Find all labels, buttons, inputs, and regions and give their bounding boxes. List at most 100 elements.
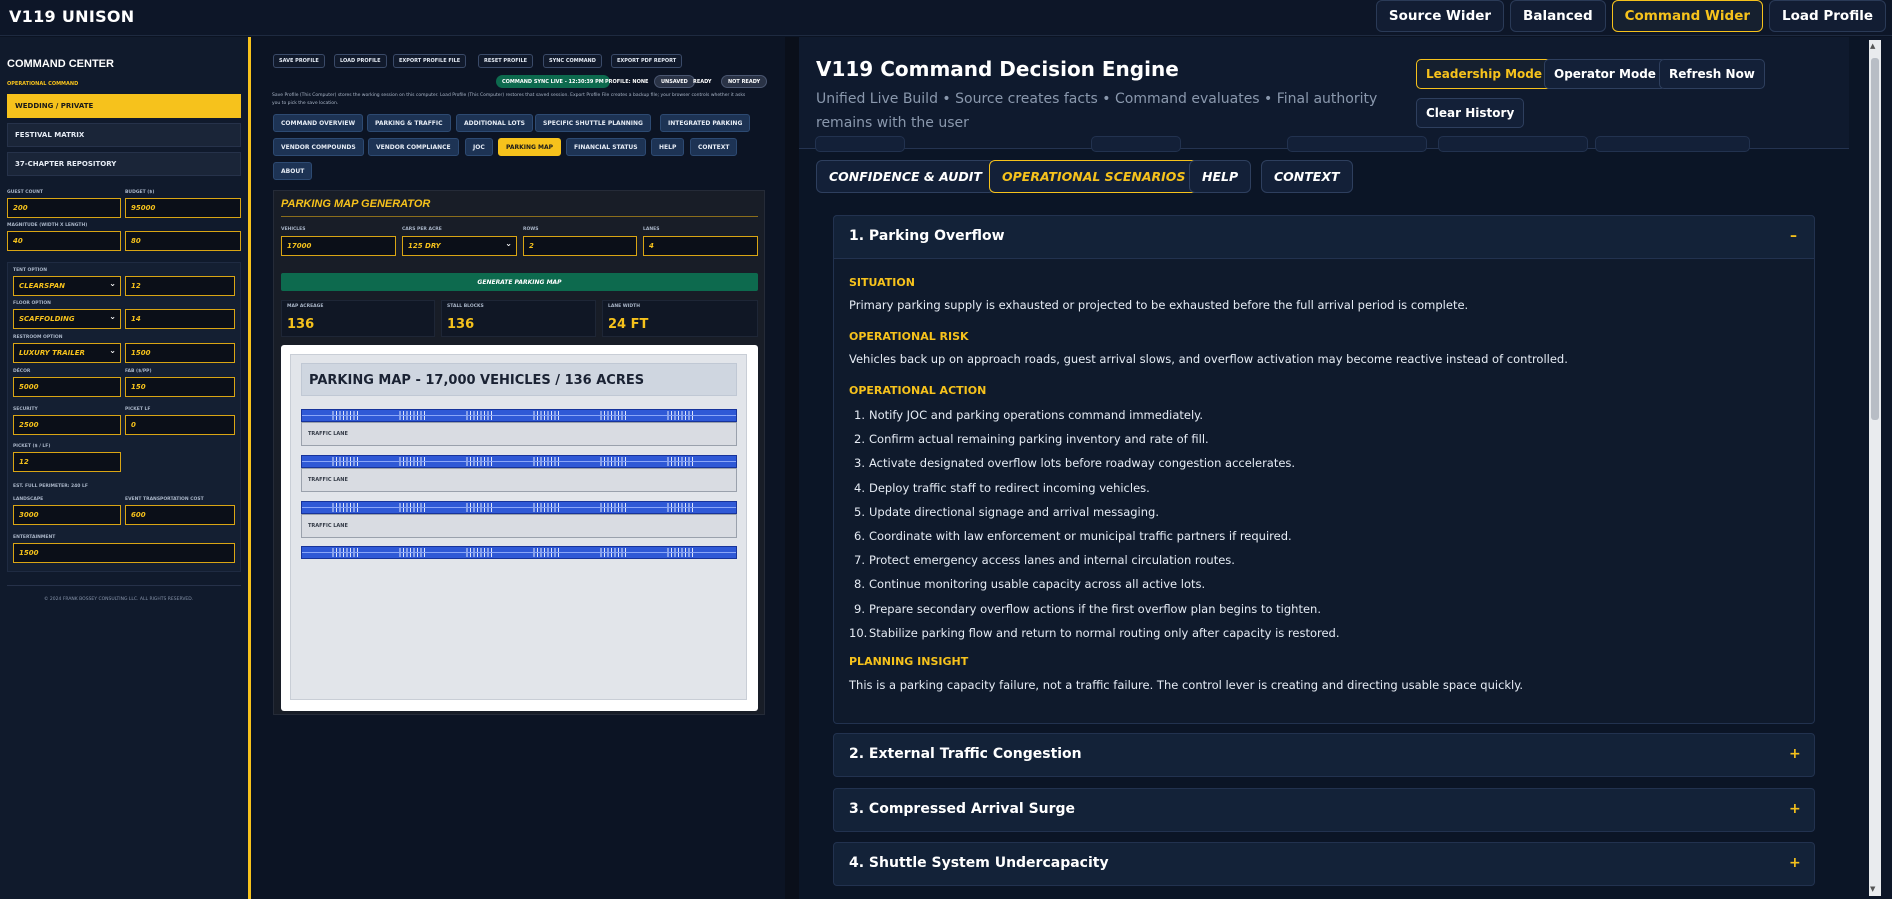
parking-map-heading: PARKING MAP - 17,000 VEHICLES / 136 ACRE… xyxy=(309,373,645,388)
stall-row xyxy=(301,455,737,468)
picket-rate-input[interactable]: 12 xyxy=(13,452,121,472)
hidden-tab xyxy=(1595,136,1750,152)
decor-input[interactable]: 5000 xyxy=(13,377,121,397)
action-item: 7. Protect emergency access lanes and int… xyxy=(849,553,1235,567)
guest-count-input[interactable]: 200 xyxy=(7,198,121,218)
copyright: © 2024 FRANK BOSSEY CONSULTING LLC. ALL … xyxy=(44,597,194,602)
scroll-thumb[interactable] xyxy=(1871,58,1879,420)
tab-about[interactable]: ABOUT xyxy=(273,162,313,180)
action-number: 6. xyxy=(854,529,865,543)
save-profile-button[interactable]: SAVE PROFILE xyxy=(273,54,325,68)
security-input[interactable]: 2500 xyxy=(13,415,121,435)
tent-option-select[interactable]: CLEARSPAN xyxy=(13,276,121,296)
tab-shuttle-planning[interactable]: SPECIFIC SHUTTLE PLANNING xyxy=(535,114,651,132)
action-text: Update directional signage and arrival m… xyxy=(869,504,1159,519)
tab-additional-lots[interactable]: ADDITIONAL LOTS xyxy=(456,114,533,132)
export-profile-button[interactable]: EXPORT PROFILE FILE xyxy=(393,54,467,68)
landscape-input[interactable]: 3000 xyxy=(13,505,121,525)
sidebar-title: COMMAND CENTER xyxy=(7,58,114,70)
scenario-title[interactable]: 4. Shuttle System Undercapacity xyxy=(849,855,1109,871)
action-text: Protect emergency access lanes and inter… xyxy=(869,553,1235,568)
ready-status: READY xyxy=(693,78,712,85)
traffic-lane-label: TRAFFIC LANE xyxy=(308,477,348,483)
floor-qty-input[interactable]: 14 xyxy=(125,309,235,329)
load-profile-button[interactable]: Load Profile xyxy=(1769,0,1886,32)
nav-festival-matrix[interactable]: FESTIVAL MATRIX xyxy=(7,123,241,147)
tab-operational-scenarios[interactable]: OPERATIONAL SCENARIOS xyxy=(989,160,1199,193)
traffic-lane-label: TRAFFIC LANE xyxy=(308,523,348,529)
scroll-up-icon[interactable]: ▲ xyxy=(1870,42,1875,50)
magnitude-width-input[interactable]: 40 xyxy=(7,231,121,251)
perimeter-estimate: EST. FULL PERIMETER: 240 LF xyxy=(13,484,88,489)
tab-vendor-compounds[interactable]: VENDOR COMPOUNDS xyxy=(273,138,364,156)
fab-input[interactable]: 150 xyxy=(125,377,235,397)
insight-text: This is a parking capacity failure, not … xyxy=(849,678,1524,692)
floor-option-select[interactable]: SCAFFOLDING xyxy=(13,309,121,329)
expand-icon[interactable]: + xyxy=(1789,855,1801,871)
leadership-mode-button[interactable]: Leadership Mode xyxy=(1416,59,1553,89)
collapse-icon[interactable]: – xyxy=(1790,228,1797,244)
action-text: Continue monitoring usable capacity acro… xyxy=(869,577,1206,592)
budget-input[interactable]: 95000 xyxy=(125,198,241,218)
tab-engine-context[interactable]: CONTEXT xyxy=(1261,160,1353,193)
operator-mode-button[interactable]: Operator Mode xyxy=(1544,59,1666,89)
expand-icon[interactable]: + xyxy=(1789,801,1801,817)
command-wider-button[interactable]: Command Wider xyxy=(1611,0,1764,32)
tab-financial-status[interactable]: FINANCIAL STATUS xyxy=(566,138,646,156)
lanes-input[interactable]: 4 xyxy=(643,236,758,256)
tab-joc[interactable]: JOC xyxy=(465,138,493,156)
reset-profile-button[interactable]: RESET PROFILE xyxy=(478,54,534,68)
traffic-lane-label: TRAFFIC LANE xyxy=(308,431,348,437)
refresh-now-button[interactable]: Refresh Now xyxy=(1659,59,1765,89)
scenario-title[interactable]: 2. External Traffic Congestion xyxy=(849,746,1082,762)
action-text: Prepare secondary overflow actions if th… xyxy=(869,601,1321,616)
scenario-title[interactable]: 1. Parking Overflow xyxy=(849,228,1005,244)
tab-context[interactable]: CONTEXT xyxy=(690,138,738,156)
restroom-qty-input[interactable]: 1500 xyxy=(125,343,235,363)
sync-status: COMMAND SYNC LIVE - 12:30:39 PM xyxy=(496,75,610,88)
clear-history-button[interactable]: Clear History xyxy=(1416,98,1525,128)
tab-parking-map[interactable]: PARKING MAP xyxy=(498,138,562,156)
stat-map-acreage: MAP ACREAGE 136 xyxy=(281,300,435,337)
vehicles-input[interactable]: 17000 xyxy=(281,236,396,256)
tab-vendor-compliance[interactable]: VENDOR COMPLIANCE xyxy=(368,138,459,156)
tent-qty-input[interactable]: 12 xyxy=(125,276,235,296)
action-number: 8. xyxy=(854,577,865,592)
fab-label: FAB ($/PP) xyxy=(125,369,152,374)
magnitude-length-input[interactable]: 80 xyxy=(125,231,241,251)
layout-buttons: Source Wider Balanced Command Wider Load… xyxy=(1375,0,1886,32)
transport-label: EVENT TRANSPORTATION COST xyxy=(125,497,204,502)
nav-wedding-private[interactable]: WEDDING / PRIVATE xyxy=(7,94,241,118)
source-wider-button[interactable]: Source Wider xyxy=(1375,0,1505,32)
picket-lf-input[interactable]: 0 xyxy=(125,415,235,435)
action-number: 1. xyxy=(854,408,865,422)
balanced-button[interactable]: Balanced xyxy=(1510,0,1606,32)
tab-engine-help[interactable]: HELP xyxy=(1189,160,1252,193)
tab-help[interactable]: HELP xyxy=(651,138,685,156)
transport-input[interactable]: 600 xyxy=(125,505,235,525)
action-item: 5. Update directional signage and arrival… xyxy=(849,505,1159,519)
cars-per-acre-select[interactable]: 125 DRY xyxy=(402,236,517,256)
tab-parking-traffic[interactable]: PARKING & TRAFFIC xyxy=(367,114,451,132)
rows-input[interactable]: 2 xyxy=(523,236,637,256)
scenario-title[interactable]: 3. Compressed Arrival Surge xyxy=(849,801,1075,817)
nav-37-chapter-repository[interactable]: 37-CHAPTER REPOSITORY xyxy=(7,152,241,176)
load-profile-chip[interactable]: LOAD PROFILE xyxy=(334,54,387,68)
tab-integrated-parking[interactable]: INTEGRATED PARKING xyxy=(660,114,751,132)
entertainment-input[interactable]: 1500 xyxy=(13,543,235,563)
expand-icon[interactable]: + xyxy=(1789,746,1801,762)
action-item: 2. Confirm actual remaining parking inven… xyxy=(849,432,1209,446)
tab-confidence-audit[interactable]: CONFIDENCE & AUDIT xyxy=(816,160,995,193)
vehicles-label: VEHICLES xyxy=(281,227,306,232)
export-pdf-button[interactable]: EXPORT PDF REPORT xyxy=(611,54,683,68)
restroom-option-select[interactable]: LUXURY TRAILER xyxy=(13,343,121,363)
action-item: 9. Prepare secondary overflow actions if … xyxy=(849,602,1321,616)
traffic-lane xyxy=(301,422,737,446)
action-text: Notify JOC and parking operations comman… xyxy=(869,408,1203,422)
action-number: 4. xyxy=(854,480,865,495)
action-number: 9. xyxy=(854,601,865,616)
tab-command-overview[interactable]: COMMAND OVERVIEW xyxy=(273,114,364,132)
generate-parking-map-button[interactable]: GENERATE PARKING MAP xyxy=(281,273,758,291)
sync-command-button[interactable]: SYNC COMMAND xyxy=(543,54,602,68)
scroll-down-icon[interactable]: ▼ xyxy=(1870,885,1875,893)
